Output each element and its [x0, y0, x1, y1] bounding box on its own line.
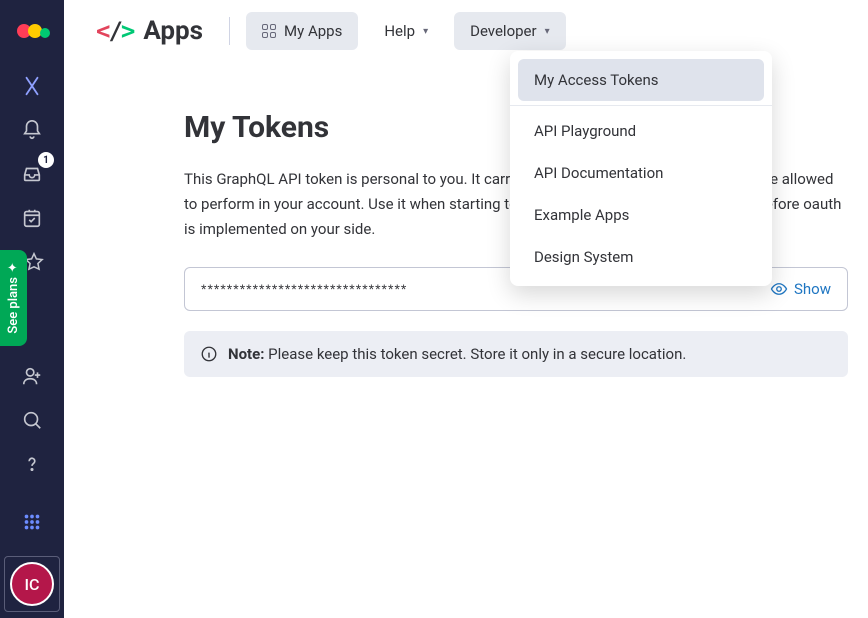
info-icon [200, 345, 218, 363]
nav-developer[interactable]: Developer ▾ [454, 12, 566, 50]
apps-logo-icon: </> [96, 17, 133, 45]
eye-icon [770, 280, 788, 298]
sidebar-item-notifications[interactable] [12, 110, 52, 150]
star-icon[interactable] [24, 252, 44, 276]
grid-icon [262, 24, 276, 38]
see-plans-button[interactable]: See plans ✦ [0, 250, 27, 346]
nav-my-apps-label: My Apps [284, 22, 342, 40]
sidebar-item-invite[interactable] [12, 356, 52, 396]
apps-logo[interactable]: </> Apps [96, 16, 203, 46]
sidebar-item-inbox[interactable]: 1 [12, 154, 52, 194]
avatar: IC [10, 562, 54, 606]
sidebar-item-workspace[interactable] [12, 66, 52, 106]
note-text: Please keep this token secret. Store it … [264, 345, 686, 363]
nav-my-apps[interactable]: My Apps [246, 12, 358, 50]
sidebar-item-my-work[interactable] [12, 198, 52, 238]
nav-help[interactable]: Help ▾ [368, 12, 444, 50]
see-plans-label: See plans [6, 277, 21, 334]
note-box: Note: Please keep this token secret. Sto… [184, 331, 848, 377]
inbox-badge: 1 [38, 152, 54, 168]
show-label: Show [794, 280, 831, 298]
monday-logo-icon[interactable] [16, 10, 48, 42]
topbar: </> Apps My Apps Help ▾ Developer ▾ My A… [64, 0, 868, 62]
developer-dropdown: My Access Tokens API Playground API Docu… [510, 51, 772, 286]
sidebar-item-apps-grid[interactable] [12, 502, 52, 542]
menu-example-apps[interactable]: Example Apps [518, 194, 764, 236]
menu-separator [510, 105, 772, 106]
nav-developer-label: Developer [470, 22, 537, 40]
sidebar: 1 See plans ✦ [0, 0, 64, 618]
nav-help-label: Help [384, 22, 415, 40]
chevron-down-icon: ▾ [423, 26, 428, 37]
menu-api-documentation[interactable]: API Documentation [518, 152, 764, 194]
menu-api-playground[interactable]: API Playground [518, 110, 764, 152]
menu-my-access-tokens[interactable]: My Access Tokens [518, 59, 764, 101]
sidebar-item-help[interactable] [12, 444, 52, 484]
sidebar-item-search[interactable] [12, 400, 52, 440]
sparkle-icon: ✦ [6, 262, 21, 273]
avatar-menu[interactable]: IC [4, 556, 60, 612]
divider [229, 17, 230, 45]
note-label: Note: [228, 345, 264, 363]
show-token-button[interactable]: Show [770, 280, 831, 298]
chevron-down-icon: ▾ [545, 26, 550, 37]
menu-design-system[interactable]: Design System [518, 236, 764, 278]
apps-logo-label: Apps [143, 16, 203, 46]
